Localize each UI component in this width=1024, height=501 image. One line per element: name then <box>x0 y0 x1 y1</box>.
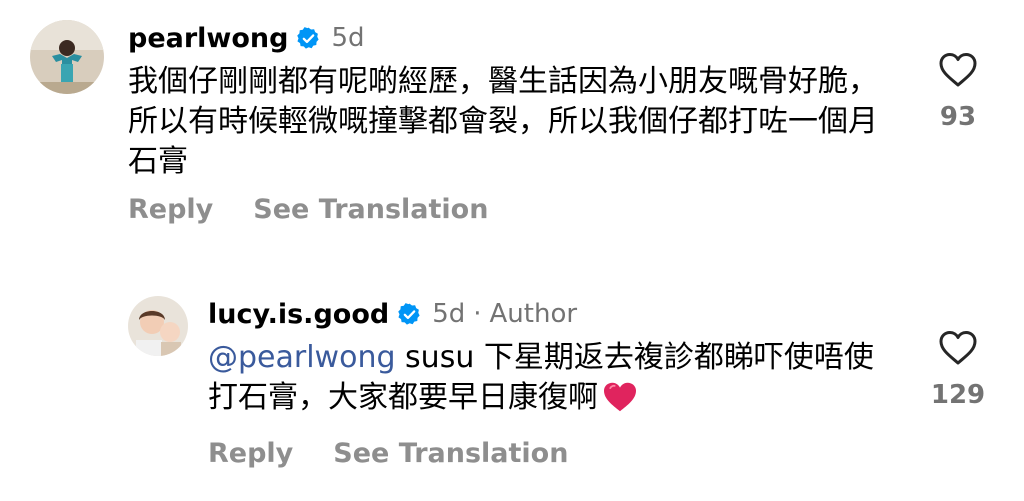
like-count: 129 <box>930 380 986 410</box>
comment-actions: Reply See Translation <box>128 194 488 225</box>
avatar[interactable] <box>30 20 104 94</box>
comment-header: pearlwong 5d <box>128 18 365 58</box>
verified-badge-icon <box>397 302 422 327</box>
see-translation-button[interactable]: See Translation <box>333 438 568 469</box>
avatar[interactable] <box>128 296 188 356</box>
comment-lucy-is-good: lucy.is.good 5d · Author @pearlwong susu… <box>0 270 1024 501</box>
comment-age: 5d <box>432 299 466 329</box>
username[interactable]: lucy.is.good <box>208 299 389 330</box>
like-column: 129 <box>918 330 998 410</box>
heart-outline-icon[interactable] <box>938 52 978 88</box>
comment-pearlwong: pearlwong 5d 我個仔剛剛都有呢啲經歷，醫生話因為小朋友嘅骨好脆，所以… <box>0 0 1024 250</box>
verified-badge-icon <box>296 26 321 51</box>
see-translation-button[interactable]: See Translation <box>253 194 488 225</box>
heart-outline-icon[interactable] <box>938 330 978 366</box>
comment-age: 5d <box>331 23 365 53</box>
meta-separator: · <box>473 299 482 329</box>
reply-button[interactable]: Reply <box>208 438 293 469</box>
comment-header: lucy.is.good 5d · Author <box>208 294 577 334</box>
red-heart-emoji <box>602 381 638 424</box>
reply-button[interactable]: Reply <box>128 194 213 225</box>
comment-text: 我個仔剛剛都有呢啲經歷，醫生話因為小朋友嘅骨好脆，所以有時候輕微嘅撞擊都會裂，所… <box>128 64 878 179</box>
comment-actions: Reply See Translation <box>208 438 568 469</box>
comment-text: @pearlwong susu 下星期返去複診都睇吓使唔使打石膏，大家都要早日康… <box>208 338 898 424</box>
like-count: 93 <box>939 102 977 132</box>
like-column: 93 <box>918 52 998 132</box>
mention-link[interactable]: @pearlwong <box>208 340 396 375</box>
author-label: Author <box>489 299 578 329</box>
username[interactable]: pearlwong <box>128 23 288 54</box>
